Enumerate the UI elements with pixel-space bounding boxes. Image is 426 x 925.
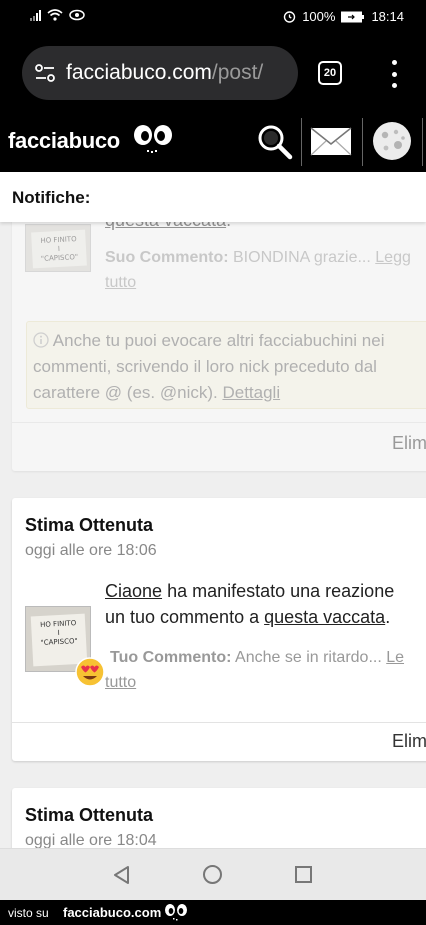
header-separator bbox=[422, 118, 423, 166]
mail-icon[interactable] bbox=[308, 120, 354, 162]
notification-message: Ciaone ha manifestato una reazione un tuo… bbox=[105, 581, 395, 627]
post-thumbnail[interactable]: HO FINITO I "CAPISCO" bbox=[25, 224, 91, 272]
read-more-link[interactable]: Legg bbox=[375, 249, 411, 266]
site-header: facciabuco bbox=[0, 114, 426, 172]
read-more-link[interactable]: tutto bbox=[105, 274, 136, 291]
back-icon[interactable] bbox=[112, 865, 130, 885]
url-host: facciabuco.com bbox=[66, 61, 212, 84]
address-bar[interactable]: facciabuco.com/post/ bbox=[22, 46, 298, 100]
comment-preview: Tuo Commento: Anche se in ritardo... Le bbox=[110, 649, 405, 666]
browser-menu-icon[interactable] bbox=[389, 60, 399, 88]
header-separator bbox=[301, 118, 302, 166]
delete-button[interactable]: Elim bbox=[392, 731, 426, 752]
logo-eyes-icon bbox=[134, 125, 172, 153]
notification-time: oggi alle ore 18:04 bbox=[25, 832, 157, 848]
notifications-avatar-icon[interactable] bbox=[369, 120, 415, 162]
battery-icon bbox=[341, 11, 365, 22]
battery-percent: 100% bbox=[302, 9, 336, 24]
heart-eyes-emoji-icon bbox=[75, 657, 105, 687]
home-icon[interactable] bbox=[203, 865, 222, 884]
wifi-icon bbox=[47, 9, 63, 21]
recents-icon[interactable] bbox=[295, 866, 312, 883]
read-more-link[interactable]: Le bbox=[386, 649, 404, 666]
site-settings-icon[interactable] bbox=[34, 64, 56, 82]
notifications-panel: Notifiche: HO FINITOI"CAPISCO" questa va… bbox=[0, 172, 426, 848]
tab-switcher-button[interactable]: 20 bbox=[318, 61, 342, 85]
read-more-link[interactable]: tutto bbox=[105, 674, 136, 691]
notifications-title: Notifiche: bbox=[12, 188, 91, 207]
notification-card: Stima Ottenuta oggi alle ore 18:06 HO FI… bbox=[12, 498, 426, 761]
status-right: 100% 18:14 bbox=[283, 9, 404, 24]
logo-eyes-icon bbox=[165, 904, 187, 921]
card-divider bbox=[12, 422, 426, 423]
details-link[interactable]: Dettagli bbox=[222, 383, 280, 402]
watermark-prefix: visto su bbox=[8, 906, 49, 920]
notification-card: Stima Ottenuta oggi alle ore 18:04 bbox=[12, 788, 426, 848]
watermark-brand: facciabuco.com bbox=[63, 905, 162, 920]
system-nav-bar bbox=[0, 848, 426, 900]
search-icon[interactable] bbox=[252, 120, 298, 162]
card-divider bbox=[12, 722, 426, 723]
watermark-footer: visto su facciabuco.com bbox=[0, 900, 426, 925]
url-path: /post/ bbox=[211, 61, 264, 84]
clock: 18:14 bbox=[371, 9, 404, 24]
signal-icon bbox=[30, 9, 41, 21]
status-left bbox=[30, 9, 85, 21]
site-logo[interactable]: facciabuco bbox=[8, 128, 120, 154]
notification-title: Stima Ottenuta bbox=[25, 515, 154, 535]
comment-preview-cont: tutto bbox=[105, 670, 136, 695]
notification-title: Stima Ottenuta bbox=[25, 805, 154, 825]
comment-preview: Suo Commento: BIONDINA grazie... Legg tut… bbox=[105, 249, 411, 291]
user-link[interactable]: Ciaone bbox=[105, 581, 162, 601]
status-bar: 100% 18:14 bbox=[0, 0, 426, 34]
browser-toolbar: facciabuco.com/post/ 20 bbox=[0, 34, 426, 114]
alarm-icon bbox=[284, 11, 296, 23]
notifications-header: Notifiche: bbox=[0, 172, 426, 222]
info-tip: Anche tu puoi evocare altri facciabuchin… bbox=[26, 321, 426, 409]
eye-icon bbox=[69, 9, 85, 21]
header-separator bbox=[362, 118, 363, 166]
delete-button[interactable]: Elim bbox=[392, 433, 426, 454]
info-icon bbox=[33, 332, 49, 348]
post-link[interactable]: questa vaccata bbox=[264, 607, 385, 627]
notification-time: oggi alle ore 18:06 bbox=[25, 542, 157, 559]
